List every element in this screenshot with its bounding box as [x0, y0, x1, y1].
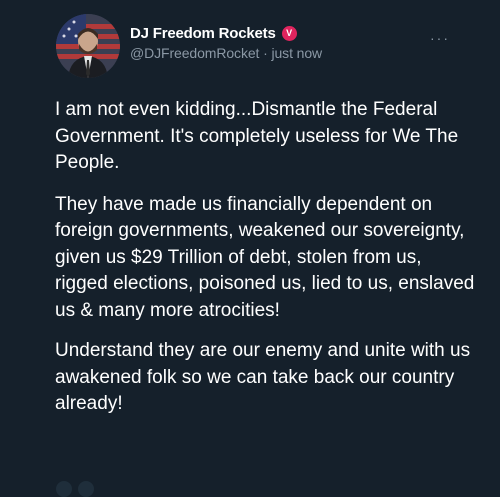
user-handle[interactable]: @DJFreedomRocket: [130, 45, 259, 61]
tweet-body: I am not even kidding...Dismantle the Fe…: [55, 97, 475, 432]
separator-dot: ·: [259, 45, 272, 61]
tweet-paragraph: I am not even kidding...Dismantle the Fe…: [55, 99, 459, 173]
tweet-header: DJ Freedom Rockets V @DJFreedomRocket · …: [130, 22, 322, 62]
engagement-avatar: [78, 481, 94, 497]
tweet: DJ Freedom Rockets V @DJFreedomRocket · …: [0, 0, 500, 497]
engagement-row-partial: [56, 481, 116, 497]
avatar[interactable]: [56, 14, 120, 78]
engagement-avatar: [56, 481, 72, 497]
handle-row: @DJFreedomRocket · just now: [130, 45, 322, 61]
avatar-image: [56, 14, 120, 78]
timestamp[interactable]: just now: [271, 45, 322, 61]
more-horizontal-icon[interactable]: ···: [430, 30, 450, 46]
verified-badge-icon: V: [281, 25, 297, 41]
tweet-paragraph: They have made us financially dependent …: [55, 193, 475, 321]
name-row: DJ Freedom Rockets V: [130, 22, 322, 44]
tweet-paragraph: Understand they are our enemy and unite …: [55, 340, 471, 414]
display-name[interactable]: DJ Freedom Rockets: [130, 25, 276, 42]
